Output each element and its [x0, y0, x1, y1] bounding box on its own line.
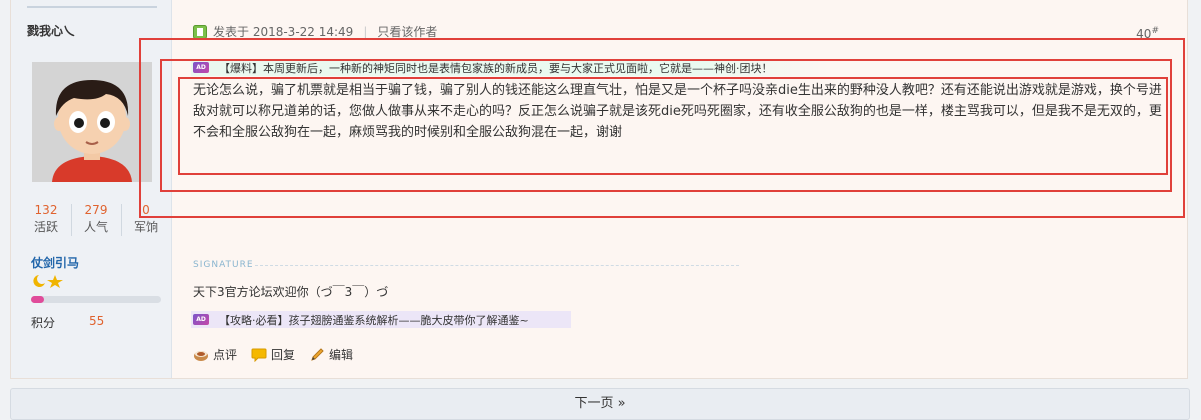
page-scrollbar[interactable] [1188, 0, 1201, 408]
stat-activity-label: 活跃 [33, 220, 58, 234]
author-name[interactable]: 戮我心乀 [27, 22, 75, 39]
edit-label: 编辑 [329, 348, 354, 362]
level-progress-bar [31, 296, 161, 303]
signature-divider [255, 265, 739, 266]
stat-activity-value: 132 [34, 203, 58, 217]
signature-text: 天下3官方论坛欢迎你（づ￣3￣）づ [193, 285, 389, 299]
points-label: 积分 [31, 316, 56, 330]
stat-popularity[interactable]: 279 人气 [75, 202, 117, 236]
ad-banner-bottom[interactable]: AD 【攻略·必看】孩子翅膀通鉴系统解析——脆大皮带你了解通鉴~ [191, 311, 571, 328]
signature-label: SIGNATURE [193, 260, 254, 270]
rate-label: 点评 [213, 348, 238, 362]
next-page-button[interactable]: 下一页 » [10, 388, 1190, 420]
reply-bubble-icon [251, 348, 267, 362]
level-progress-fill [31, 296, 44, 303]
avatar[interactable] [32, 62, 152, 182]
edit-button[interactable]: 编辑 [309, 346, 353, 363]
reply-label: 回复 [271, 348, 296, 362]
moon-star-icon [33, 275, 63, 288]
sidebar-divider [27, 6, 157, 8]
rate-cup-icon [194, 350, 208, 361]
ad-badge-icon: AD [193, 314, 209, 325]
stat-activity[interactable]: 132 活跃 [25, 202, 67, 236]
points-row: 积分 55 [31, 314, 104, 331]
points-value: 55 [89, 314, 105, 328]
highlight-box-inner [178, 77, 1168, 175]
level-icons [31, 274, 65, 291]
stat-popularity-value: 279 [84, 203, 108, 217]
meta-separator: | [363, 24, 368, 39]
rate-button[interactable]: 点评 [193, 346, 237, 363]
post-actions: 点评 回复 编辑 [193, 346, 353, 363]
stat-pay-label: 军饷 [133, 220, 158, 234]
stat-divider [71, 204, 72, 236]
ad-banner-bottom-text: 【攻略·必看】孩子翅膀通鉴系统解析——脆大皮带你了解通鉴~ [219, 313, 529, 327]
user-group-name[interactable]: 仗剑引马 [31, 254, 79, 271]
online-status-icon [193, 24, 207, 39]
stat-divider [121, 204, 122, 236]
reply-button[interactable]: 回复 [251, 346, 295, 363]
stat-popularity-label: 人气 [83, 220, 108, 234]
edit-pencil-icon [311, 347, 324, 361]
floor-suffix: # [1151, 26, 1159, 36]
avatar-cartoon-boy-icon [32, 62, 152, 182]
